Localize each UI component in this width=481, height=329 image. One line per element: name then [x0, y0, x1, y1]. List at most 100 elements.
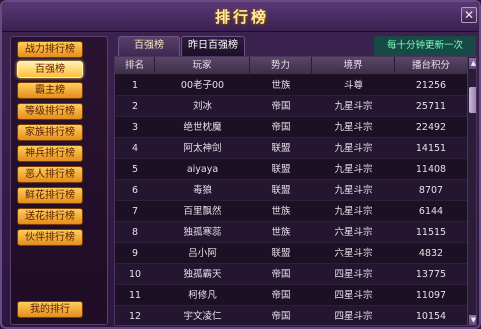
table-row[interactable]: 8 独孤寒蕊 世族 六星斗宗 11515 — [115, 222, 467, 243]
cell-rank: 3 — [131, 122, 139, 133]
table-row[interactable]: 1 00老子00 世族 斗尊 21256 — [115, 75, 467, 96]
cell-arena-score: 11515 — [415, 227, 447, 238]
cell-arena-score: 8707 — [418, 185, 444, 196]
table-body: 1 00老子00 世族 斗尊 21256 2 刘冰 帝国 九星斗宗 25711 3 绝世枕魔 帝国 九星斗… — [115, 75, 467, 325]
cell-arena-score: 13775 — [415, 269, 447, 280]
table-row[interactable]: 9 吕小阿 联盟 六星斗宗 4832 — [115, 243, 467, 264]
close-icon: ✕ — [463, 8, 475, 22]
cell-arena-score: 10154 — [415, 311, 447, 322]
table-row[interactable]: 5 aiyaya 联盟 九星斗宗 11408 — [115, 159, 467, 180]
update-note: 每十分钟更新一次 — [374, 36, 476, 56]
cell-player: 00老子00 — [180, 80, 225, 91]
sidebar-item-overlord[interactable]: 霸主榜 — [17, 82, 83, 99]
sidebar-item-weapon-ranking[interactable]: 神兵排行榜 — [17, 145, 83, 162]
sidebar-item-level-ranking[interactable]: 等级排行榜 — [17, 103, 83, 120]
scroll-thumb[interactable] — [469, 86, 476, 113]
scrollbar[interactable]: ▲ ▼ — [467, 57, 476, 325]
header-arena-score: 播台积分 — [411, 60, 450, 71]
cell-realm: 九星斗宗 — [334, 101, 373, 112]
cell-rank: 4 — [131, 143, 139, 154]
cell-faction: 联盟 — [271, 248, 291, 259]
close-button[interactable]: ✕ — [461, 7, 477, 23]
cell-rank: 7 — [131, 206, 139, 217]
title-bar: 排行榜 ✕ — [2, 2, 479, 32]
cell-rank: 9 — [131, 248, 139, 259]
ranking-table: 排名 玩家 势力 境界 播台积分 1 00老子00 世族 斗尊 21256 2 刘冰 帝国 九星… — [114, 56, 477, 326]
header-realm: 境界 — [312, 57, 395, 75]
cell-player: 独孤霸天 — [183, 269, 222, 280]
cell-realm: 四星斗宗 — [334, 269, 373, 280]
header-player: 玩家 — [155, 57, 250, 75]
table-row[interactable]: 3 绝世枕魔 帝国 九星斗宗 22492 — [115, 117, 467, 138]
cell-player: 宇文凌仁 — [183, 311, 222, 322]
cell-faction: 联盟 — [271, 143, 291, 154]
sidebar-item-power-ranking[interactable]: 战力排行榜 — [17, 41, 83, 58]
cell-realm: 九星斗宗 — [334, 164, 373, 175]
cell-realm: 四星斗宗 — [334, 311, 373, 322]
cell-faction: 世族 — [271, 206, 291, 217]
cell-realm: 九星斗宗 — [334, 122, 373, 133]
cell-rank: 11 — [128, 290, 142, 301]
cell-faction: 帝国 — [271, 311, 291, 322]
cell-arena-score: 21256 — [415, 80, 447, 91]
sidebar-item-flower-ranking[interactable]: 鲜花排行榜 — [17, 187, 83, 204]
header-faction: 势力 — [250, 57, 312, 75]
ranking-sidebar: 战力排行榜 百强榜 霸主榜 等级排行榜 家族排行榜 神兵排行榜 恶人排行榜 鲜花… — [10, 36, 108, 325]
cell-rank: 5 — [131, 164, 139, 175]
sidebar-item-villain-ranking[interactable]: 恶人排行榜 — [17, 166, 83, 183]
cell-realm: 四星斗宗 — [334, 290, 373, 301]
cell-realm: 六星斗宗 — [334, 248, 373, 259]
sidebar-item-partner-ranking[interactable]: 伙伴排行榜 — [17, 229, 83, 246]
cell-player: 绝世枕魔 — [183, 122, 222, 133]
cell-faction: 帝国 — [271, 269, 291, 280]
cell-arena-score: 14151 — [415, 143, 447, 154]
my-rank-button[interactable]: 我的排行 — [17, 301, 83, 318]
cell-player: 柯修凡 — [188, 290, 217, 301]
cell-faction: 帝国 — [271, 290, 291, 301]
table-row[interactable]: 2 刘冰 帝国 九星斗宗 25711 — [115, 96, 467, 117]
scroll-up-icon[interactable]: ▲ — [469, 58, 476, 69]
cell-realm: 六星斗宗 — [334, 227, 373, 238]
scroll-down-icon[interactable]: ▼ — [469, 315, 476, 325]
cell-rank: 2 — [131, 101, 139, 112]
table-row[interactable]: 7 百里飘然 世族 九星斗宗 6144 — [115, 201, 467, 222]
tab-top100[interactable]: 百强榜 — [118, 36, 180, 56]
cell-realm: 九星斗宗 — [334, 185, 373, 196]
table-row[interactable]: 4 阿太神剑 联盟 九星斗宗 14151 — [115, 138, 467, 159]
cell-faction: 联盟 — [271, 164, 291, 175]
table-header: 排名 玩家 势力 境界 播台积分 — [115, 57, 467, 75]
cell-faction: 帝国 — [271, 101, 291, 112]
sidebar-item-gift-flower-ranking[interactable]: 送花排行榜 — [17, 208, 83, 225]
table-row[interactable]: 10 独孤霸天 帝国 四星斗宗 13775 — [115, 264, 467, 285]
header-rank: 排名 — [115, 57, 155, 75]
cell-arena-score: 25711 — [415, 101, 447, 112]
cell-realm: 九星斗宗 — [334, 143, 373, 154]
cell-arena-score: 4832 — [418, 248, 444, 259]
table-row[interactable]: 12 宇文凌仁 帝国 四星斗宗 10154 — [115, 306, 467, 325]
cell-player: aiyaya — [186, 164, 219, 175]
cell-arena-score: 22492 — [415, 122, 447, 133]
cell-arena-score: 6144 — [418, 206, 444, 217]
cell-arena-score: 11097 — [415, 290, 447, 301]
table-row[interactable]: 11 柯修凡 帝国 四星斗宗 11097 — [115, 285, 467, 306]
cell-player: 吕小阿 — [188, 248, 217, 259]
sidebar-item-family-ranking[interactable]: 家族排行榜 — [17, 124, 83, 141]
cell-arena-score: 11408 — [415, 164, 447, 175]
cell-player: 刘冰 — [192, 101, 212, 112]
cell-faction: 帝国 — [271, 122, 291, 133]
cell-realm: 九星斗宗 — [334, 206, 373, 217]
window-title: 排行榜 — [214, 8, 269, 26]
cell-rank: 8 — [131, 227, 139, 238]
cell-faction: 联盟 — [271, 185, 291, 196]
cell-rank: 10 — [128, 269, 142, 280]
cell-player: 百里飘然 — [183, 206, 222, 217]
cell-faction: 世族 — [271, 80, 291, 91]
table-row[interactable]: 6 毒狼 联盟 九星斗宗 8707 — [115, 180, 467, 201]
cell-realm: 斗尊 — [343, 80, 363, 91]
leaderboard-window: 排行榜 ✕ 战力排行榜 百强榜 霸主榜 等级排行榜 家族排行榜 神兵排行榜 恶人… — [0, 0, 481, 329]
cell-faction: 世族 — [271, 227, 291, 238]
tab-yesterday-top100[interactable]: 昨日百强榜 — [181, 36, 245, 56]
cell-rank: 6 — [131, 185, 139, 196]
cell-player: 阿太神剑 — [183, 143, 222, 154]
sidebar-item-top100[interactable]: 百强榜 — [17, 61, 83, 78]
